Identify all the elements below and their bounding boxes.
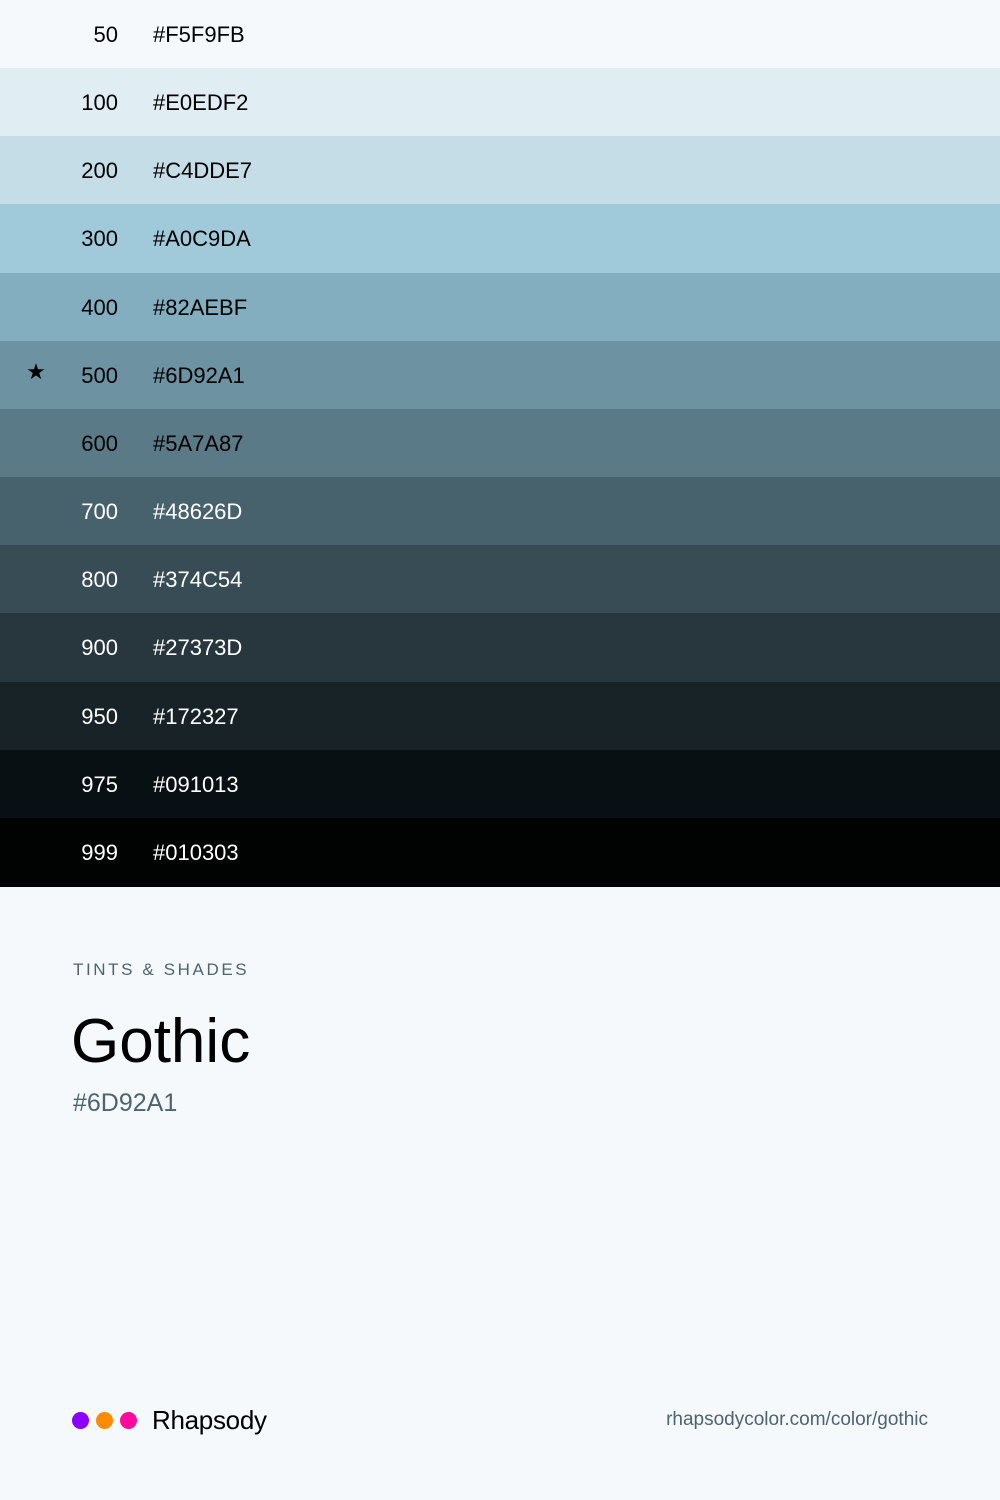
- swatch-hex: #374C54: [153, 566, 243, 592]
- section-eyebrow: TINTS & SHADES: [73, 960, 250, 979]
- color-hex: #6D92A1: [73, 1089, 178, 1117]
- swatch-row-950[interactable]: 950 #172327: [0, 682, 1000, 751]
- swatch-step: 200: [81, 157, 118, 183]
- brand-dot-purple: [72, 1411, 89, 1429]
- swatch-hex: #6D92A1: [153, 362, 245, 388]
- swatch-row-100[interactable]: 100 #E0EDF2: [0, 68, 1000, 137]
- swatch-row-900[interactable]: 900 #27373D: [0, 613, 1000, 683]
- swatch-row-400[interactable]: 400 #82AEBF: [0, 273, 1000, 342]
- color-name: Gothic: [71, 1007, 251, 1076]
- brand-dot-pink: [120, 1411, 137, 1429]
- swatch-row-50[interactable]: 50 #F5F9FB: [0, 0, 1000, 69]
- swatch-step: 600: [81, 430, 118, 456]
- swatch-step: 100: [81, 89, 118, 115]
- swatch-row-600[interactable]: 600 #5A7A87: [0, 409, 1000, 478]
- brand-name: Rhapsody: [152, 1404, 267, 1435]
- swatch-step: 950: [81, 703, 118, 729]
- swatch-hex: #172327: [153, 703, 239, 729]
- swatch-row-975[interactable]: 975 #091013: [0, 750, 1000, 819]
- swatch-step: 300: [81, 226, 118, 251]
- swatch-row-300[interactable]: 300 #A0C9DA: [0, 204, 1000, 274]
- swatch-step: 400: [81, 294, 118, 320]
- swatch-row-700[interactable]: 700 #48626D: [0, 477, 1000, 546]
- swatch-hex: #F5F9FB: [153, 21, 245, 47]
- swatch-step: 50: [93, 21, 118, 47]
- swatch-step: 700: [81, 498, 118, 524]
- swatch-hex: #A0C9DA: [153, 226, 251, 251]
- swatch-hex: #82AEBF: [153, 294, 248, 320]
- swatch-row-999[interactable]: 999 #010303: [0, 818, 1000, 887]
- swatch-step: 999: [81, 839, 118, 865]
- swatch-hex: #C4DDE7: [153, 157, 253, 183]
- swatch-hex: #091013: [153, 771, 239, 797]
- swatch-step: 900: [81, 635, 118, 660]
- swatch-row-200[interactable]: 200 #C4DDE7: [0, 136, 1000, 205]
- site-url-link[interactable]: rhapsodycolor.com/color/gothic: [666, 1409, 928, 1431]
- swatch-step: 975: [81, 771, 118, 797]
- swatch-hex: #48626D: [153, 498, 243, 524]
- swatch-list: 50 #F5F9FB 100 #E0EDF2 200 #C4DDE7 300 #A0C9DA 4…: [0, 0, 1000, 887]
- swatch-row-800[interactable]: 800 #374C54: [0, 545, 1000, 614]
- brand-dot-orange: [96, 1411, 113, 1429]
- swatch-row-500[interactable]: ★ 500 #6D92A1: [0, 341, 1000, 410]
- swatch-hex: #010303: [153, 839, 239, 865]
- swatch-step: 500: [81, 362, 118, 388]
- swatch-hex: #27373D: [153, 635, 243, 660]
- swatch-step: 800: [81, 566, 118, 592]
- brand-logo[interactable]: Rhapsody: [72, 1404, 267, 1436]
- swatch-hex: #E0EDF2: [153, 89, 249, 115]
- swatch-hex: #5A7A87: [153, 430, 244, 456]
